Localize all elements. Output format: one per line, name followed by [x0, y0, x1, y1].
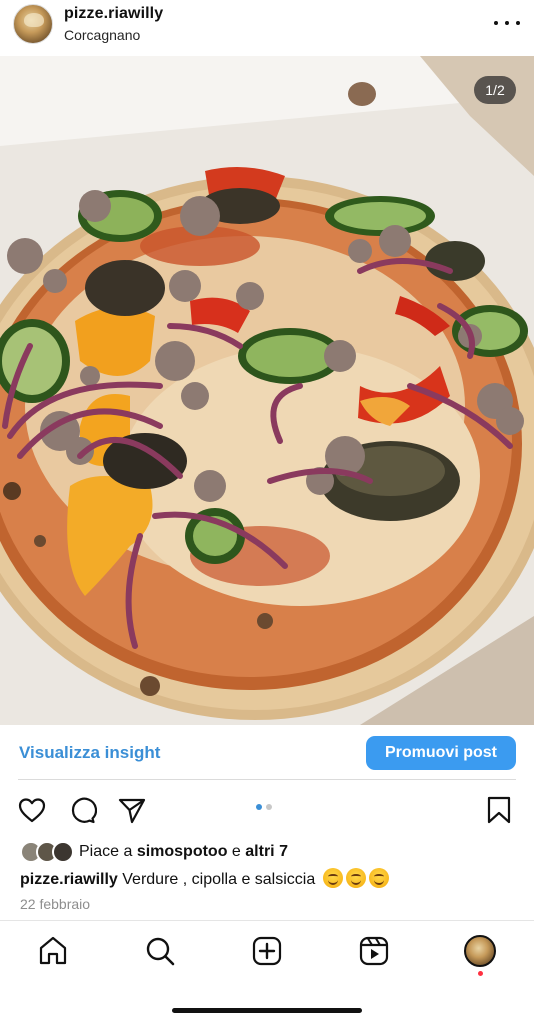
create-icon[interactable] [250, 934, 284, 968]
heart-icon[interactable] [17, 795, 47, 825]
post-date: 22 febbraio [20, 896, 91, 912]
yum-emoji-icon [368, 868, 389, 888]
caption-text: Verdure , cipolla e salsiccia [117, 871, 316, 888]
carousel-dot-active [256, 804, 262, 810]
post-caption: pizze.riawilly Verdure , cipolla e salsi… [20, 868, 389, 889]
carousel-indicator [256, 804, 272, 810]
nav-divider [0, 920, 534, 921]
notification-dot [478, 971, 483, 976]
view-insights-link[interactable]: Visualizza insight [19, 743, 160, 763]
reels-icon[interactable] [357, 934, 391, 968]
post-location[interactable]: Corcagnano [64, 27, 140, 43]
carousel-dot [266, 804, 272, 810]
share-icon[interactable] [117, 795, 147, 825]
liker-avatar [52, 841, 74, 863]
caption-username[interactable]: pizze.riawilly [20, 871, 118, 888]
more-options-icon[interactable] [494, 14, 520, 32]
home-icon[interactable] [36, 934, 70, 968]
liker-avatars[interactable] [20, 841, 76, 863]
user-avatar[interactable] [13, 4, 53, 44]
image-counter: 1/2 [474, 76, 516, 104]
yum-emoji-icon [345, 868, 366, 888]
bookmark-icon[interactable] [485, 795, 515, 825]
post-photo[interactable]: 1/2 [0, 56, 534, 725]
post-username[interactable]: pizze.riawilly [64, 5, 163, 23]
likes-prefix: Piace a [79, 843, 137, 860]
comment-icon[interactable] [67, 795, 98, 825]
promote-post-button[interactable]: Promuovi post [366, 736, 516, 770]
yum-emoji-icon [322, 868, 343, 888]
post-header: pizze.riawilly Corcagnano [0, 0, 534, 54]
pizza-photo [0, 56, 534, 725]
liker-username[interactable]: simospotoo [137, 843, 228, 860]
profile-icon[interactable] [464, 935, 496, 967]
likes-others[interactable]: altri 7 [245, 843, 288, 860]
search-icon[interactable] [143, 934, 177, 968]
likes-conjunction: e [227, 843, 246, 860]
likes-summary[interactable]: Piace a simospotoo e altri 7 [79, 843, 288, 861]
divider [18, 779, 516, 780]
home-indicator[interactable] [172, 1008, 362, 1013]
